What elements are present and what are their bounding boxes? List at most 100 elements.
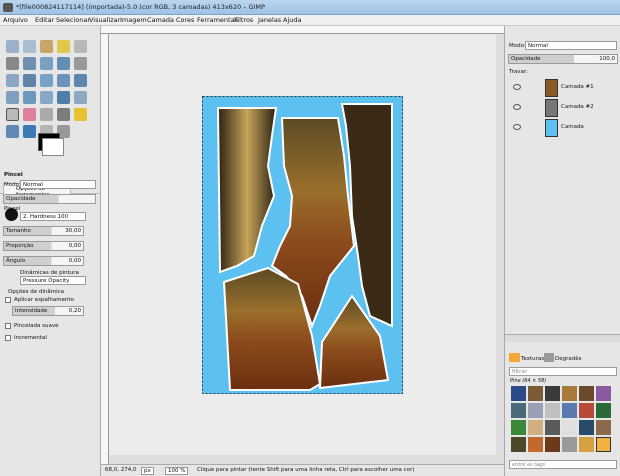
app-icon xyxy=(3,3,13,12)
layer-row[interactable]: Camada #2 xyxy=(505,98,620,118)
perspective-icon[interactable] xyxy=(40,91,53,104)
pattern-swatch-selected[interactable] xyxy=(596,437,611,452)
pattern-swatch[interactable] xyxy=(545,437,560,452)
pattern-swatch[interactable] xyxy=(562,386,577,401)
menu-janelas[interactable]: Janelas xyxy=(258,16,281,24)
color-picker-icon[interactable] xyxy=(57,57,70,70)
free-select-icon[interactable] xyxy=(40,40,53,53)
pattern-swatch[interactable] xyxy=(562,403,577,418)
align-icon[interactable] xyxy=(40,74,53,87)
airbrush-icon[interactable] xyxy=(40,108,53,121)
pattern-swatch[interactable] xyxy=(596,403,611,418)
layer-opacity-slider[interactable]: Opacidade 100,0 xyxy=(508,54,618,64)
pattern-swatch[interactable] xyxy=(545,386,560,401)
horizontal-ruler xyxy=(101,26,504,34)
flip-icon[interactable] xyxy=(57,91,70,104)
layer-row[interactable]: Camada xyxy=(505,118,620,138)
rotate-icon[interactable] xyxy=(74,74,87,87)
mode-select[interactable]: Normal xyxy=(20,180,96,189)
cage-icon[interactable] xyxy=(74,91,87,104)
eye-icon[interactable] xyxy=(513,104,521,110)
clone-icon[interactable] xyxy=(6,125,19,138)
menu-imagem[interactable]: Imagem xyxy=(120,16,147,24)
opacity-slider[interactable]: Opacidade xyxy=(3,194,96,204)
menu-ferramentas[interactable]: Ferramentas xyxy=(197,16,238,24)
brush-select[interactable]: 2. Hardness 100 xyxy=(20,212,86,221)
menu-arquivo[interactable]: Arquivo xyxy=(3,16,28,24)
foreground-select-icon[interactable] xyxy=(23,57,36,70)
fuzzy-select-icon[interactable] xyxy=(57,40,70,53)
tab-gradients[interactable]: Degradês xyxy=(555,356,581,362)
menu-ajuda[interactable]: Ajuda xyxy=(283,16,301,24)
eye-icon[interactable] xyxy=(513,84,521,90)
size-slider[interactable]: Tamanho 30,00 xyxy=(3,226,84,236)
gradients-icon xyxy=(544,353,554,362)
crop-icon[interactable] xyxy=(57,74,70,87)
scissors-icon[interactable] xyxy=(6,57,19,70)
pattern-swatch[interactable] xyxy=(545,420,560,435)
vertical-scrollbar[interactable] xyxy=(496,34,504,464)
pattern-swatch[interactable] xyxy=(579,403,594,418)
menu-camada[interactable]: Camada xyxy=(147,16,174,24)
pattern-swatch[interactable] xyxy=(511,437,526,452)
eraser-icon[interactable] xyxy=(23,108,36,121)
eye-icon[interactable] xyxy=(513,124,521,130)
pattern-swatch[interactable] xyxy=(579,437,594,452)
menu-editar[interactable]: Editar xyxy=(35,16,54,24)
pattern-swatch[interactable] xyxy=(528,403,543,418)
rect-select-icon[interactable] xyxy=(6,40,19,53)
dynamics-options-expander[interactable]: Opções de dinâmica xyxy=(8,289,64,295)
ink-icon[interactable] xyxy=(57,108,70,121)
paintbrush-icon[interactable] xyxy=(6,108,19,121)
layer-row[interactable]: Camada #1 xyxy=(505,78,620,98)
pattern-swatch[interactable] xyxy=(596,386,611,401)
tag-input[interactable]: entre as tags xyxy=(509,460,617,469)
pattern-swatch[interactable] xyxy=(579,420,594,435)
intensity-slider[interactable]: Intensidade 0,20 xyxy=(12,306,84,316)
pattern-swatch[interactable] xyxy=(545,403,560,418)
smooth-stroke-checkbox[interactable] xyxy=(5,323,11,329)
scale-icon[interactable] xyxy=(6,91,19,104)
unit-select[interactable]: px xyxy=(141,467,154,475)
pattern-swatch[interactable] xyxy=(528,437,543,452)
horizontal-scrollbar[interactable] xyxy=(109,455,496,464)
pattern-filter-input[interactable]: filtrar xyxy=(509,367,617,376)
menu-cores[interactable]: Cores xyxy=(176,16,194,24)
pattern-swatch[interactable] xyxy=(562,420,577,435)
pattern-swatch[interactable] xyxy=(528,420,543,435)
pattern-swatch[interactable] xyxy=(562,437,577,452)
brush-preview[interactable] xyxy=(5,208,18,221)
color-select-icon[interactable] xyxy=(74,40,87,53)
pattern-swatch[interactable] xyxy=(579,386,594,401)
pattern-swatch[interactable] xyxy=(511,386,526,401)
measure-icon[interactable] xyxy=(6,74,19,87)
layers-mode-select[interactable]: Normal xyxy=(525,41,617,50)
dynamics-select[interactable]: Pressure Opacity xyxy=(20,276,86,285)
paths-icon[interactable] xyxy=(40,57,53,70)
pattern-swatch[interactable] xyxy=(528,386,543,401)
image-canvas[interactable] xyxy=(202,96,403,394)
tool-heading: Pincel xyxy=(4,172,23,178)
heal-icon[interactable] xyxy=(74,108,87,121)
angle-slider[interactable]: Ângulo 0,00 xyxy=(3,256,84,266)
zoom-icon[interactable] xyxy=(74,57,87,70)
tab-textures[interactable]: Texturas xyxy=(521,356,544,362)
pattern-swatch[interactable] xyxy=(596,420,611,435)
ellipse-select-icon[interactable] xyxy=(23,40,36,53)
incremental-checkbox[interactable] xyxy=(5,335,11,341)
pattern-swatch[interactable] xyxy=(511,403,526,418)
apply-jitter-checkbox[interactable] xyxy=(5,297,11,303)
pattern-swatch[interactable] xyxy=(511,420,526,435)
fg-bg-colors[interactable] xyxy=(34,133,66,159)
zoom-select[interactable]: 100 % xyxy=(165,467,189,475)
layer-name: Camada #2 xyxy=(561,104,594,110)
move-icon[interactable] xyxy=(23,74,36,87)
shear-icon[interactable] xyxy=(23,91,36,104)
smooth-stroke-label: Pincelada suave xyxy=(14,323,59,329)
menu-visualizar[interactable]: Visualizar xyxy=(89,16,120,24)
apply-jitter-label: Aplicar espalhamento xyxy=(14,297,74,303)
menu-selecionar[interactable]: Selecionar xyxy=(56,16,90,24)
menu-filtros[interactable]: Filtros xyxy=(234,16,253,24)
ratio-slider[interactable]: Proporção 0,00 xyxy=(3,241,84,251)
background-color[interactable] xyxy=(42,138,64,156)
